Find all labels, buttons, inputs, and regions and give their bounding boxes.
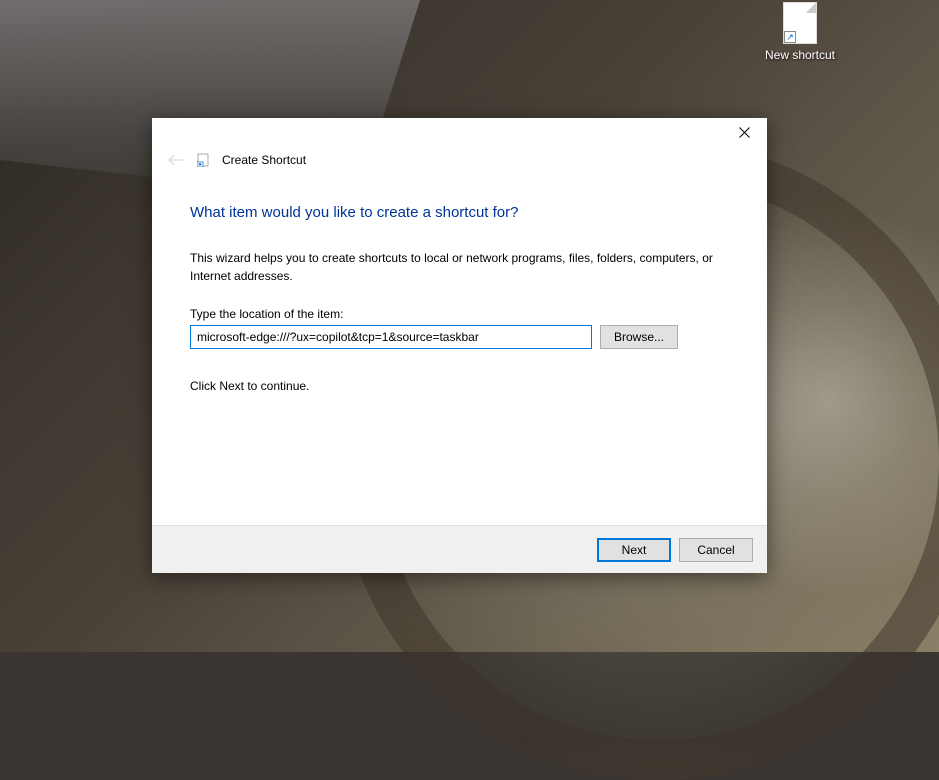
shortcut-wizard-icon xyxy=(196,152,212,168)
dialog-body: What item would you like to create a sho… xyxy=(152,180,767,525)
dialog-titlebar[interactable] xyxy=(152,118,767,148)
next-button[interactable]: Next xyxy=(597,538,671,562)
wizard-description: This wizard helps you to create shortcut… xyxy=(190,249,729,285)
browse-button[interactable]: Browse... xyxy=(600,325,678,349)
desktop-icon-label: New shortcut xyxy=(760,48,840,62)
close-button[interactable] xyxy=(722,118,767,146)
cancel-button[interactable]: Cancel xyxy=(679,538,753,562)
dialog-header: Create Shortcut xyxy=(152,148,767,180)
file-icon: ↗ xyxy=(783,2,817,44)
location-input-row: Browse... xyxy=(190,325,729,349)
back-button xyxy=(166,150,186,170)
create-shortcut-dialog: Create Shortcut What item would you like… xyxy=(152,118,767,573)
dialog-footer: Next Cancel xyxy=(152,525,767,573)
shortcut-overlay-icon: ↗ xyxy=(784,31,796,43)
wizard-heading: What item would you like to create a sho… xyxy=(190,204,729,221)
location-input[interactable] xyxy=(190,325,592,349)
location-input-label: Type the location of the item: xyxy=(190,307,729,321)
back-arrow-icon xyxy=(168,154,184,166)
dialog-title: Create Shortcut xyxy=(222,153,306,167)
desktop-shortcut-icon[interactable]: ↗ New shortcut xyxy=(760,2,840,62)
close-icon xyxy=(739,127,750,138)
continue-instruction: Click Next to continue. xyxy=(190,379,729,393)
